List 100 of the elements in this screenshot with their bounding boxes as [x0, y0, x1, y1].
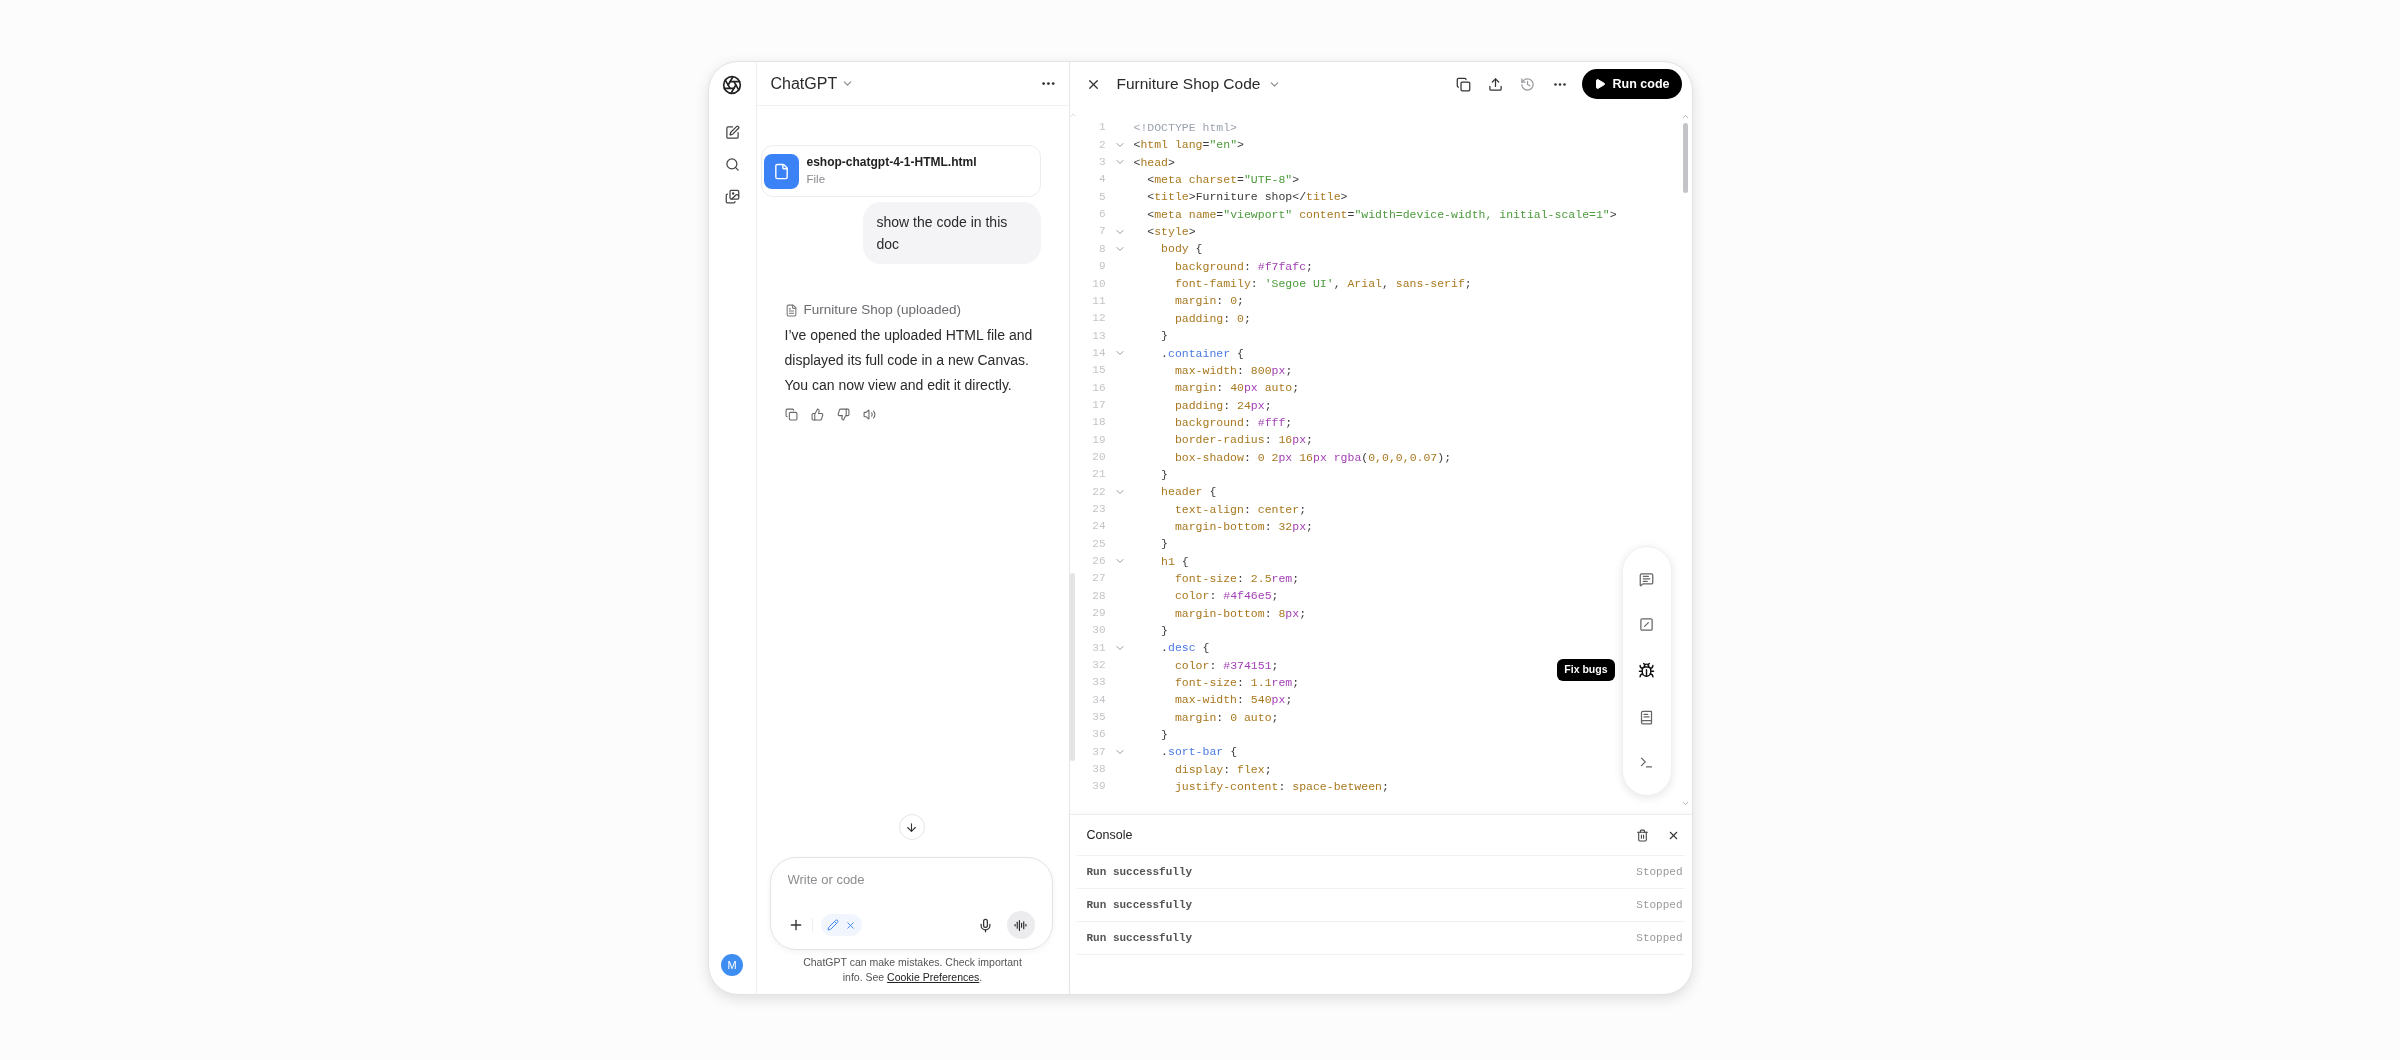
code-line: color: #374151;	[1173, 657, 1279, 674]
arrow-down-icon	[905, 820, 918, 834]
code-line: font-size: 2.5rem;	[1173, 571, 1300, 587]
line-number: 33	[1091, 675, 1106, 691]
pen-square-icon	[724, 124, 740, 140]
line-number: 10	[1091, 276, 1106, 292]
line-number: 4	[1097, 172, 1106, 188]
console-status: Stopped	[1636, 864, 1683, 880]
code-line: margin: 0 auto;	[1173, 709, 1279, 726]
copy-button[interactable]	[784, 408, 798, 422]
read-aloud-button[interactable]	[862, 408, 876, 422]
line-number: 22	[1091, 484, 1106, 500]
line-number: 11	[1091, 293, 1106, 309]
code-line: margin-bottom: 8px;	[1173, 605, 1307, 622]
console-message: Run successfully	[1086, 897, 1193, 913]
code-line: .sort-bar {	[1160, 744, 1238, 761]
code-line: margin-bottom: 32px;	[1173, 518, 1313, 535]
logo-icon[interactable]	[722, 75, 742, 95]
more-icon	[1553, 82, 1566, 86]
line-number: 29	[1091, 606, 1106, 622]
code-line: }	[1160, 536, 1168, 553]
fix-bugs-button[interactable]	[1638, 662, 1655, 680]
code-line: border-radius: 16px;	[1173, 432, 1313, 449]
line-number: 16	[1091, 380, 1106, 396]
line-number: 15	[1091, 363, 1106, 379]
line-number: 12	[1091, 311, 1106, 327]
code-line: }	[1160, 727, 1168, 744]
console-status: Stopped	[1636, 897, 1683, 913]
line-number: 1	[1097, 120, 1106, 136]
microphone-button[interactable]	[977, 917, 993, 933]
line-number: 21	[1091, 467, 1106, 483]
console-message: Run successfully	[1086, 930, 1193, 946]
code-line: padding: 24px;	[1173, 397, 1272, 414]
code-line: font-size: 1.1rem;	[1173, 675, 1300, 692]
bug-icon	[1638, 662, 1655, 680]
code-line: display: flex;	[1173, 761, 1272, 778]
search-icon	[724, 156, 740, 172]
clear-console-button[interactable]	[1635, 828, 1649, 842]
code-line: <html lang="en">	[1133, 137, 1244, 154]
copy-icon	[1456, 76, 1472, 92]
line-number: 9	[1097, 259, 1106, 275]
canvas-tool-chip[interactable]	[820, 914, 862, 936]
line-number: 27	[1091, 571, 1106, 587]
document-title[interactable]: Furniture Shop Code	[1116, 72, 1282, 96]
code-line: color: #4f46e5;	[1173, 588, 1279, 605]
model-selector[interactable]: ChatGPT	[770, 71, 855, 96]
line-number: 25	[1091, 536, 1106, 552]
file-icon	[763, 153, 799, 189]
audio-lines-icon	[1014, 918, 1027, 932]
more-button[interactable]	[1041, 81, 1055, 86]
tooltip: Fix bugs	[1557, 659, 1615, 681]
console-status: Stopped	[1636, 930, 1683, 946]
code-line: .container {	[1160, 345, 1244, 362]
code-line: <title>Furniture shop</title>	[1146, 189, 1348, 206]
line-number: 5	[1097, 189, 1106, 205]
line-number: 3	[1097, 155, 1106, 171]
line-number: 8	[1097, 241, 1106, 257]
comment-button[interactable]	[1639, 572, 1654, 588]
line-number: 24	[1091, 519, 1106, 535]
line-number: 32	[1091, 658, 1106, 674]
thumbs-up-icon	[810, 408, 824, 422]
line-number: 13	[1091, 328, 1106, 344]
microphone-icon	[977, 917, 993, 933]
voice-mode-button[interactable]	[1006, 911, 1035, 939]
message-input[interactable]: Write or code	[787, 870, 988, 890]
code-line: max-width: 800px;	[1173, 362, 1293, 379]
console-message: Run successfully	[1086, 864, 1193, 880]
scrollbar-thumb[interactable]	[1070, 573, 1075, 761]
dislike-button[interactable]	[836, 408, 850, 422]
line-number: 2	[1097, 137, 1106, 153]
file-type: File	[806, 172, 827, 188]
thumbs-down-icon	[836, 408, 850, 422]
code-line: background: #f7fafc;	[1173, 258, 1313, 275]
code-line: font-family: 'Segoe UI', Arial, sans-serif;	[1173, 276, 1472, 293]
close-icon[interactable]	[844, 919, 856, 931]
like-button[interactable]	[810, 408, 824, 422]
disclaimer-text: ChatGPT can make mistakes. Check important info. See Cookie Preferences.	[802, 955, 1023, 984]
speaker-icon	[862, 408, 876, 422]
user-message-bubble: show the code in this doc	[862, 202, 1041, 264]
scroll-down-button[interactable]	[898, 814, 925, 840]
canvas-reference[interactable]: Furniture Shop (uploaded)	[784, 300, 962, 321]
more-icon	[1041, 81, 1055, 86]
code-line: margin: 40px auto;	[1173, 380, 1300, 397]
code-line: <style>	[1146, 224, 1196, 241]
code-line: <meta charset="UTF-8">	[1146, 172, 1300, 189]
line-number: 39	[1091, 779, 1106, 795]
pencil-icon	[826, 919, 839, 931]
line-number: 37	[1091, 744, 1106, 760]
line-number: 26	[1091, 554, 1106, 569]
line-number: 38	[1091, 762, 1106, 778]
line-number: 14	[1091, 345, 1106, 361]
file-attachment-card[interactable]: eshop-chatgpt-4-1-HTML.html File	[760, 145, 1041, 197]
run-code-button[interactable]: Run code	[1581, 69, 1682, 99]
code-line: }	[1160, 623, 1168, 639]
code-line: max-width: 540px;	[1173, 692, 1293, 709]
code-line: .desc {	[1160, 640, 1210, 657]
code-line: padding: 0;	[1173, 310, 1251, 327]
scrollbar-thumb[interactable]	[1683, 123, 1688, 193]
code-line: header {	[1160, 484, 1217, 501]
code-line: margin: 0;	[1173, 293, 1244, 310]
